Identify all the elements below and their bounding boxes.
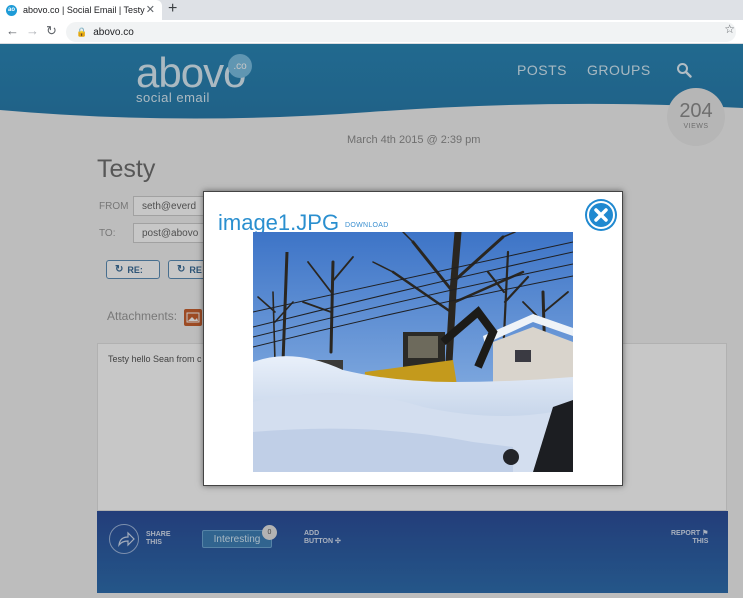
abovo-favicon-icon: ao xyxy=(6,4,17,16)
browser-toolbar: ← → ↻ 🔒 abovo.co ☆ xyxy=(0,20,743,44)
browser-tab-bar: ao abovo.co | Social Email | Testy ✕ + xyxy=(0,0,743,20)
download-link[interactable]: DOWNLOAD xyxy=(345,222,389,229)
image-lightbox: image1.JPG DOWNLOAD xyxy=(203,191,623,486)
tab-close-icon[interactable]: ✕ xyxy=(146,3,155,16)
lock-icon: 🔒 xyxy=(76,26,88,37)
attachment-photo xyxy=(253,232,573,472)
forward-arrow-icon[interactable]: → xyxy=(26,23,39,39)
tab-title: abovo.co | Social Email | Testy xyxy=(23,5,145,15)
back-arrow-icon[interactable]: ← xyxy=(6,23,19,39)
bookmark-star-icon[interactable]: ☆ xyxy=(724,22,735,36)
new-tab-icon[interactable]: + xyxy=(168,0,177,18)
address-bar[interactable]: 🔒 abovo.co xyxy=(66,22,736,42)
browser-tab[interactable]: ao abovo.co | Social Email | Testy ✕ xyxy=(0,0,162,20)
reload-icon[interactable]: ↻ xyxy=(46,23,57,39)
url-text: abovo.co xyxy=(93,26,134,38)
close-icon[interactable] xyxy=(585,199,617,231)
